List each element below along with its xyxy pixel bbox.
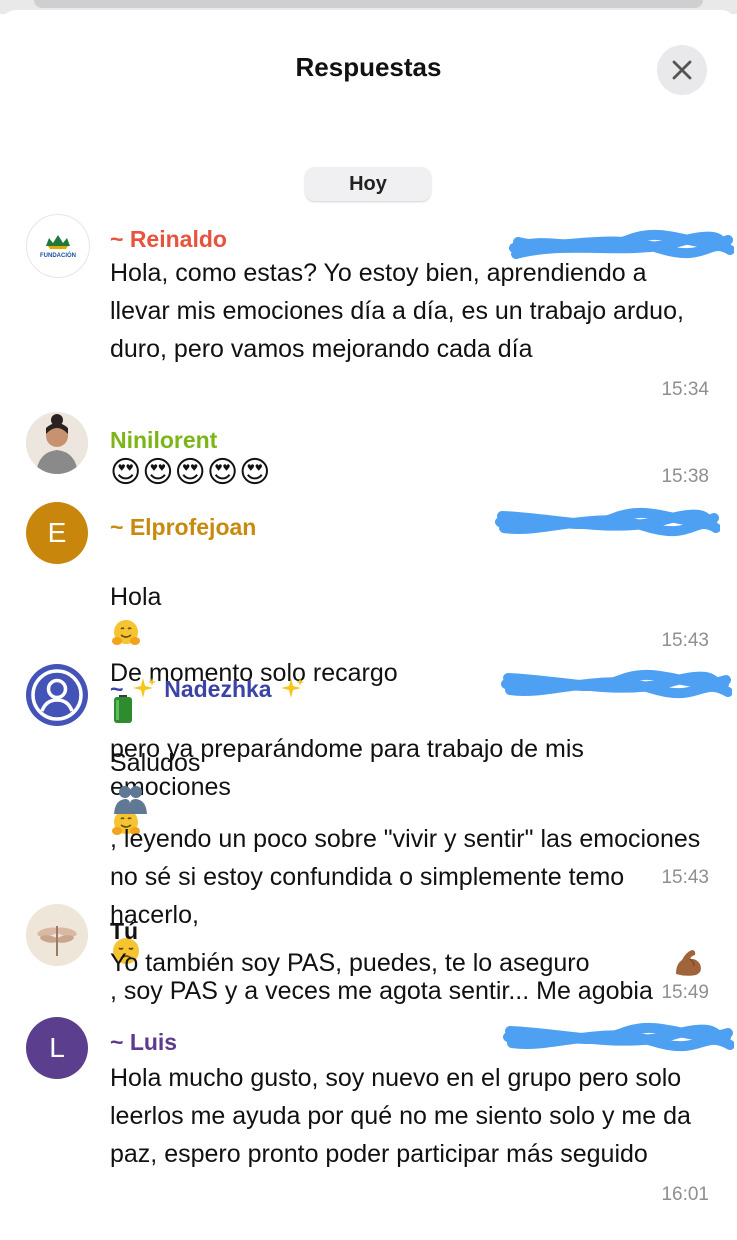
message-time: 15:38	[661, 466, 709, 487]
sender-name[interactable]: ~ Elprofejoan	[110, 514, 256, 541]
message-time: 15:43	[661, 630, 709, 651]
message-text: Yo también soy PAS, puedes, te lo asegur…	[110, 949, 590, 977]
avatar-letter: E	[47, 517, 67, 548]
avatar[interactable]	[26, 412, 88, 474]
replies-sheet: Respuestas Hoy FUNDACIÓN ~ Reinaldo Hola…	[0, 10, 737, 1240]
logo-icon: FUNDACIÓN	[40, 235, 76, 259]
message-text-part: Saludos	[110, 749, 201, 777]
sparkles-icon	[132, 678, 156, 698]
redacted-phone-scribble	[501, 669, 732, 699]
avatar[interactable]: L	[26, 1017, 88, 1079]
avatar[interactable]: FUNDACIÓN	[26, 214, 90, 278]
avatar[interactable]	[26, 664, 88, 726]
message-time: 15:34	[661, 379, 709, 400]
redacted-phone-scribble	[495, 508, 720, 537]
message-text-part: , leyendo un poco sobre "vivir y sentir"…	[110, 825, 701, 929]
message-time: 15:49	[661, 982, 709, 1003]
svg-text:FUNDACIÓN: FUNDACIÓN	[40, 251, 76, 259]
sender-name[interactable]: Ninilorent	[110, 427, 217, 454]
close-icon	[672, 60, 692, 80]
avatar-letter: L	[49, 1032, 65, 1063]
previous-sheet-edge	[34, 0, 703, 8]
sender-name[interactable]: ~ Nadezhka	[110, 676, 306, 703]
default-user-icon	[28, 666, 86, 724]
redacted-phone-scribble	[503, 1022, 734, 1052]
message-text-part: Hola	[110, 583, 162, 611]
hugging-face-icon	[112, 620, 140, 645]
message-text: Hola, como estas? Yo estoy bien, aprendi…	[110, 259, 684, 363]
sender-name-text: Nadezhka	[164, 676, 272, 702]
message-time: 16:01	[661, 1184, 709, 1205]
profile-photo-icon	[26, 412, 88, 474]
sender-name[interactable]: ~ Reinaldo	[110, 226, 227, 253]
flexed-biceps-icon	[676, 950, 701, 976]
message-time: 15:43	[661, 867, 709, 888]
sender-name[interactable]: Tú	[110, 918, 138, 945]
sender-prefix: ~	[110, 676, 124, 702]
avatar[interactable]	[26, 904, 88, 966]
message-text: Hola mucho gusto, soy nuevo en el grupo …	[110, 1064, 691, 1168]
sheet-title: Respuestas	[295, 52, 442, 82]
date-separator: Hoy	[305, 167, 431, 201]
people-hugging-icon	[114, 786, 147, 814]
dragonfly-avatar-icon	[26, 904, 88, 966]
close-button[interactable]	[657, 45, 707, 95]
avatar[interactable]: E	[26, 502, 88, 564]
sender-name[interactable]: ~ Luis	[110, 1029, 177, 1056]
message-emojis: 😍😍😍😍😍	[110, 456, 272, 489]
sparkles-icon	[280, 678, 304, 698]
